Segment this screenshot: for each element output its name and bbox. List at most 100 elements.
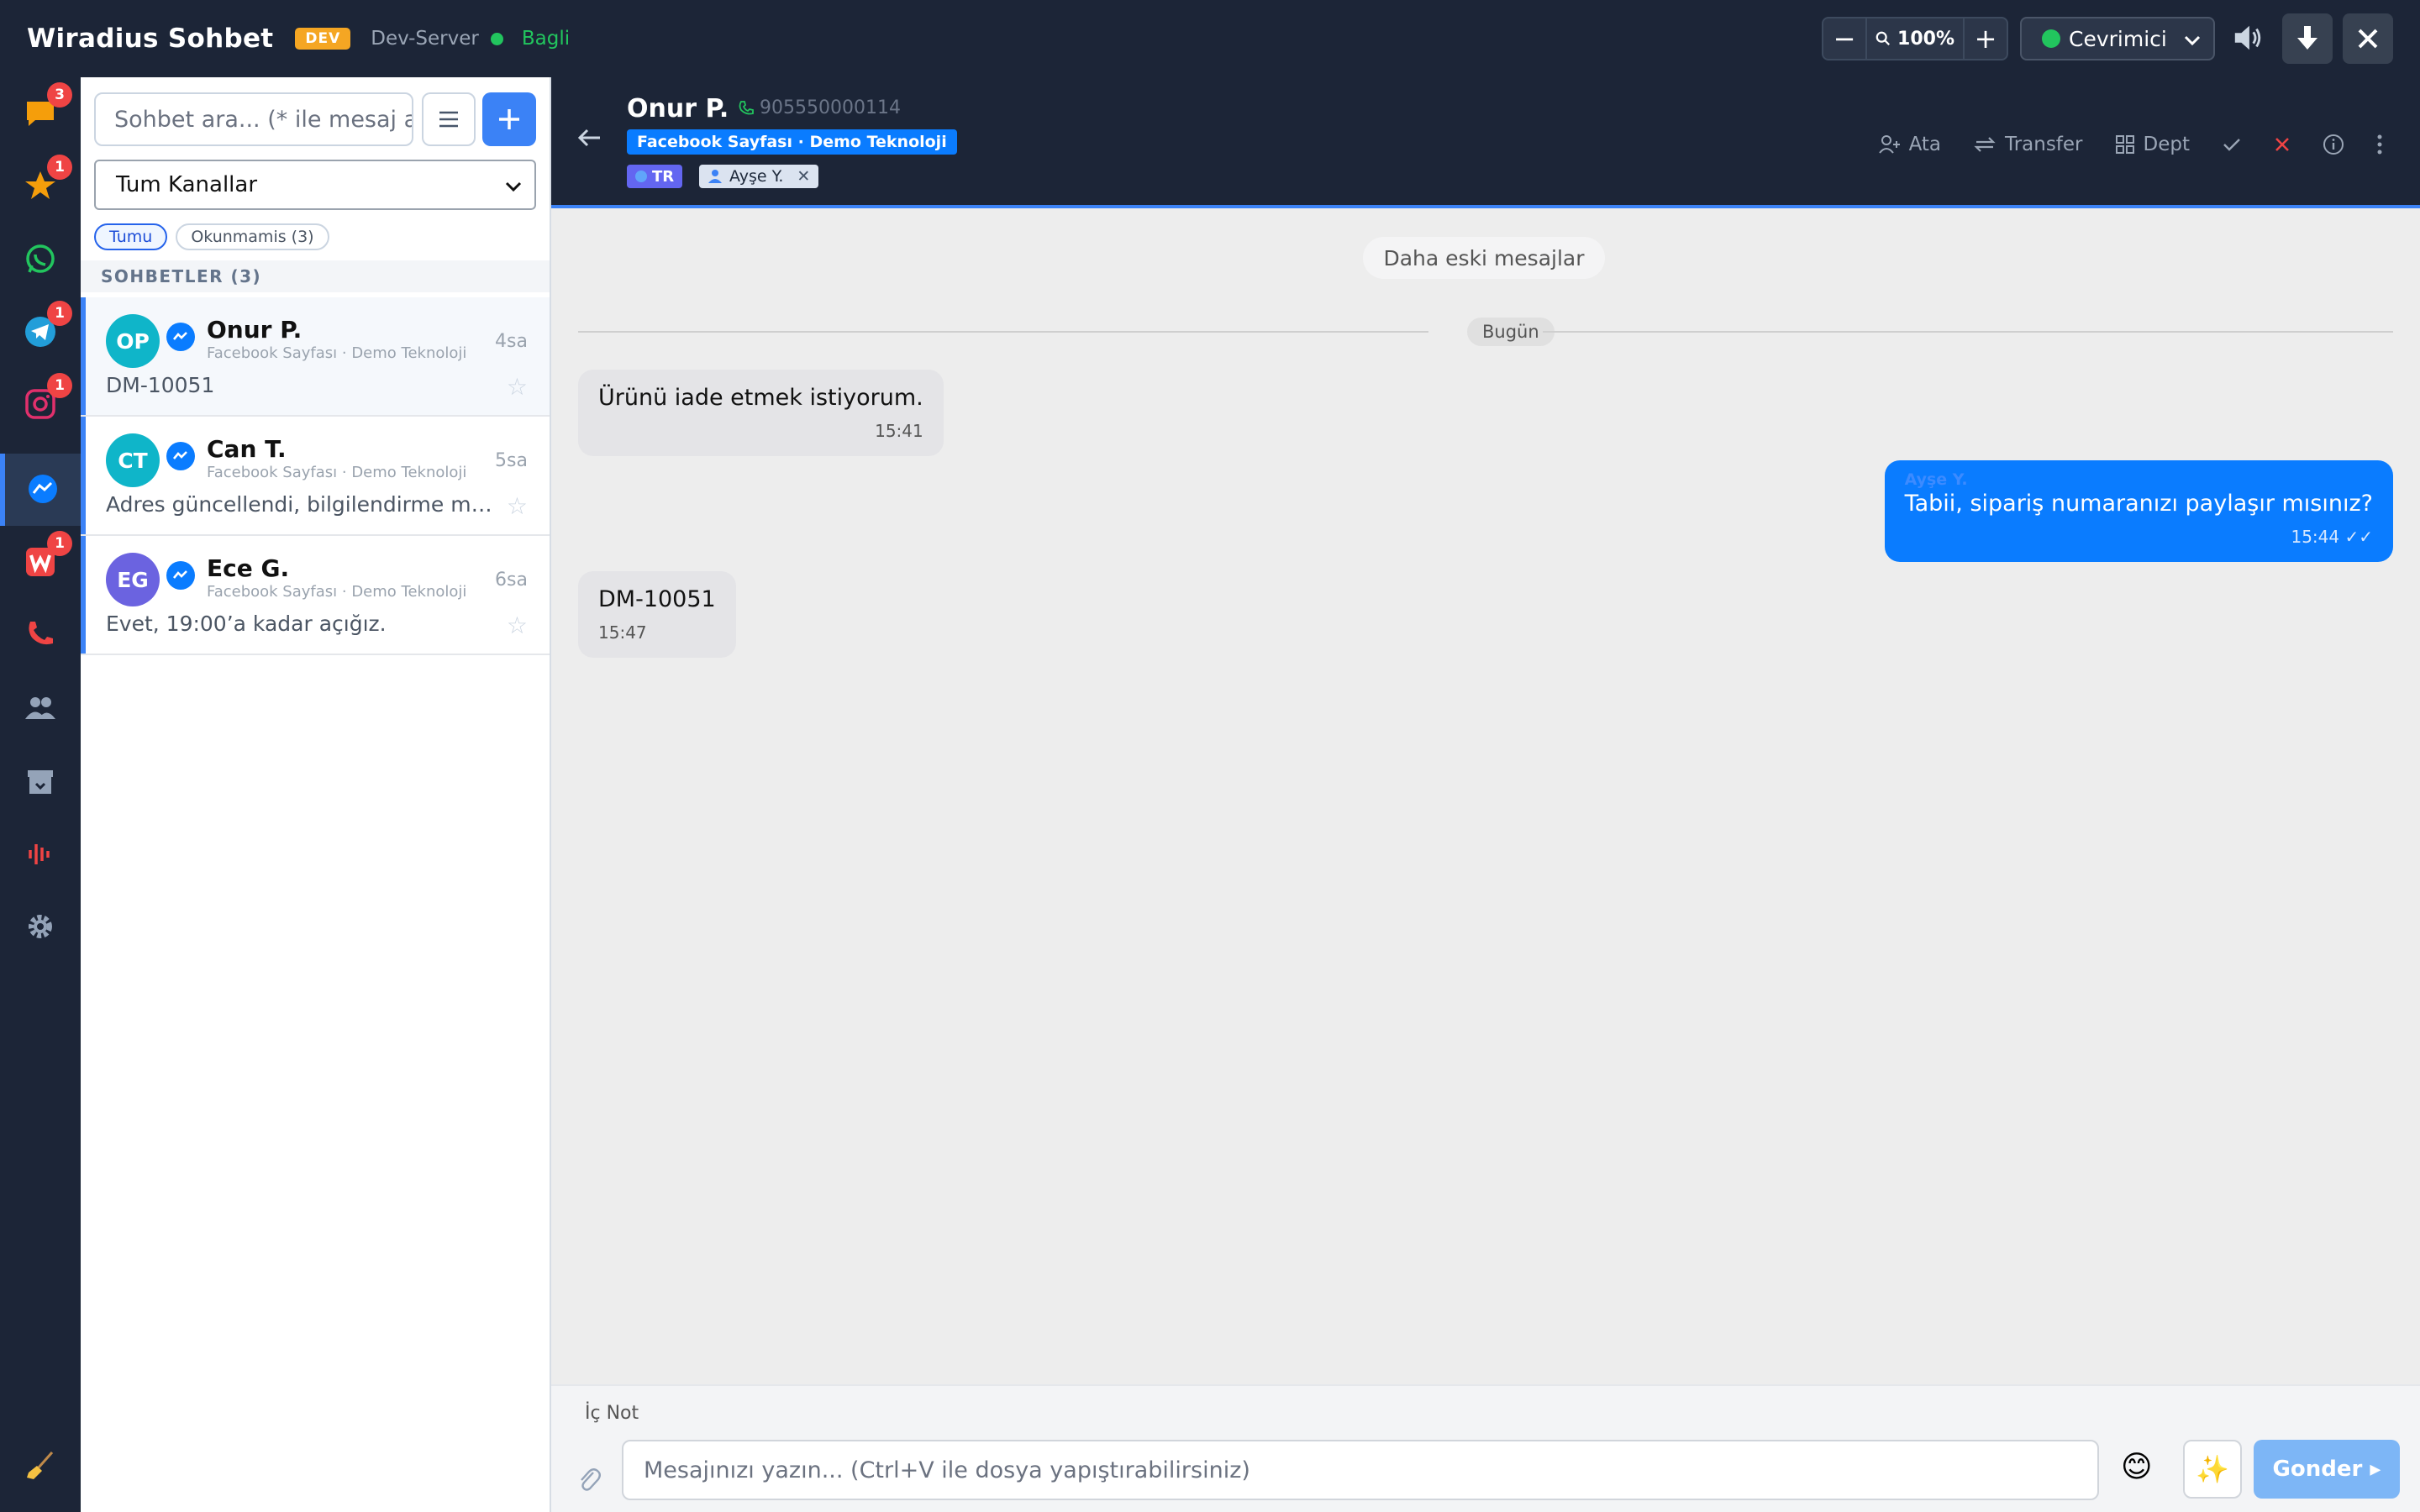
- last-message-time: 6sa: [495, 570, 528, 591]
- zoom-in-button[interactable]: +: [1965, 18, 2007, 59]
- close-window-button[interactable]: [2343, 13, 2393, 64]
- rail-archive[interactable]: [0, 746, 81, 818]
- check-icon: [2223, 139, 2240, 151]
- date-divider: Bugün: [578, 316, 2393, 346]
- conversation-item[interactable]: EG Ece G. Facebook Sayfası · Demo Teknol…: [81, 536, 550, 655]
- rail-clear[interactable]: [0, 1430, 81, 1502]
- agent-name: Ayşe Y.: [729, 167, 784, 186]
- message-text: DM-10051: [598, 586, 716, 612]
- message-area: Daha eski mesajlar Bugün Ürünü iade etme…: [551, 208, 2420, 1384]
- emoji-button[interactable]: 😊: [2121, 1450, 2153, 1484]
- contact-phone[interactable]: 905550000114: [738, 97, 901, 118]
- chat-header: Onur P. 905550000114 Facebook Sayfası · …: [551, 77, 2420, 208]
- language-tag: TR: [627, 165, 683, 188]
- close-chat-button[interactable]: [2274, 136, 2291, 153]
- zoom-reset-button[interactable]: 100%: [1865, 18, 1965, 59]
- rail-calls[interactable]: [0, 598, 81, 670]
- chat-actions: Ata Transfer Dept: [1878, 128, 2420, 161]
- remove-agent-icon[interactable]: ✕: [797, 167, 810, 186]
- download-button[interactable]: [2282, 13, 2333, 64]
- channel-tag: Facebook Sayfası · Demo Teknoloji: [627, 129, 957, 155]
- filter-chips: Tumu Okunmamis (3): [94, 223, 329, 250]
- last-message-preview: Evet, 19:00’a kadar açığız.: [106, 612, 387, 636]
- rail-instagram[interactable]: 1: [0, 368, 81, 440]
- new-chat-button[interactable]: [482, 92, 536, 146]
- conversation-list-panel: Sohbet ara... (* ile mesaj ara) Tum Kana…: [81, 77, 551, 1512]
- filter-all[interactable]: Tumu: [94, 223, 168, 250]
- connection-status: Bagli: [521, 28, 571, 50]
- more-button[interactable]: [2376, 134, 2383, 155]
- rail-telegram[interactable]: 1: [0, 296, 81, 368]
- search-input[interactable]: Sohbet ara... (* ile mesaj ara): [94, 92, 413, 146]
- conversation-item[interactable]: OP Onur P. Facebook Sayfası · Demo Tekno…: [81, 297, 550, 417]
- list-menu-button[interactable]: [422, 92, 476, 146]
- assign-label: Ata: [1908, 134, 1942, 155]
- contact-source: Facebook Sayfası · Demo Teknoloji: [207, 583, 467, 601]
- rail-wiradius[interactable]: 1: [0, 526, 81, 598]
- channel-filter-select[interactable]: Tum Kanallar: [94, 160, 536, 210]
- download-icon: [2297, 26, 2317, 50]
- star-icon[interactable]: ☆: [507, 492, 528, 520]
- more-vertical-icon: [2377, 134, 2382, 155]
- rail-all-chats[interactable]: 3: [0, 77, 81, 150]
- assign-button[interactable]: Ata: [1878, 134, 1942, 155]
- chevron-down-icon: [505, 181, 522, 192]
- transfer-button[interactable]: Transfer: [1973, 134, 2083, 155]
- online-dot-icon: [2042, 29, 2060, 48]
- message-time: 15:47: [598, 622, 647, 643]
- contact-name: Onur P.: [207, 316, 302, 344]
- messenger-icon: [166, 323, 195, 351]
- ai-assist-button[interactable]: ✨: [2183, 1440, 2242, 1499]
- avatar: EG: [106, 553, 160, 606]
- close-icon: [2358, 29, 2378, 49]
- divider-line: [1543, 331, 2393, 333]
- unread-indicator: [81, 536, 86, 654]
- rail-contacts[interactable]: [0, 672, 81, 744]
- rail-whatsapp[interactable]: [0, 223, 81, 296]
- department-label: Dept: [2143, 134, 2190, 155]
- speaker-icon[interactable]: [2232, 22, 2264, 54]
- composer: İç Not Mesajınızı yazın... (Ctrl+V ile d…: [551, 1384, 2420, 1512]
- rail-settings[interactable]: [0, 890, 81, 963]
- soundwave-icon: [24, 837, 57, 871]
- message-author: Ayşe Y.: [1904, 470, 1968, 489]
- user-icon: [708, 170, 722, 183]
- department-button[interactable]: Dept: [2115, 134, 2190, 155]
- users-icon: [24, 691, 57, 725]
- internal-note-toggle[interactable]: İç Not: [585, 1403, 639, 1424]
- rail-broadcast[interactable]: [0, 818, 81, 890]
- menu-icon: [439, 111, 458, 128]
- rail-messenger[interactable]: [0, 454, 81, 526]
- star-icon[interactable]: ☆: [507, 612, 528, 639]
- filter-unread[interactable]: Okunmamis (3): [176, 223, 329, 250]
- info-button[interactable]: [2323, 134, 2344, 155]
- chat-contact-name: Onur P.: [627, 94, 729, 123]
- app-title: Wiradius Sohbet: [27, 24, 274, 54]
- last-message-preview: DM-10051: [106, 373, 215, 397]
- message-text: Tabii, sipariş numaranızı paylaşır mısın…: [1904, 491, 2373, 517]
- whatsapp-icon: [24, 243, 57, 276]
- phone-number: 905550000114: [760, 97, 901, 118]
- load-older-button[interactable]: Daha eski mesajlar: [1363, 237, 1605, 279]
- conversation-item[interactable]: CT Can T. Facebook Sayfası · Demo Teknol…: [81, 417, 550, 536]
- magnifier-icon: [1876, 31, 1891, 45]
- connection-dot: [490, 32, 503, 45]
- zoom-out-button[interactable]: −: [1823, 18, 1865, 59]
- last-message-time: 5sa: [495, 450, 528, 471]
- back-button[interactable]: [576, 128, 602, 148]
- send-button[interactable]: Gonder ▸: [2254, 1440, 2400, 1499]
- message-bubble-outgoing: Ayşe Y. Tabii, sipariş numaranızı paylaş…: [1884, 460, 2393, 562]
- rail-starred[interactable]: 1: [0, 150, 81, 222]
- message-input[interactable]: Mesajınızı yazın... (Ctrl+V ile dosya ya…: [622, 1440, 2099, 1500]
- channel-filter-value: Tum Kanallar: [116, 172, 258, 197]
- resolve-button[interactable]: [2222, 136, 2242, 153]
- star-icon[interactable]: ☆: [507, 373, 528, 401]
- language-code: TR: [652, 167, 675, 186]
- paperclip-icon: [581, 1468, 601, 1491]
- status-select[interactable]: Cevrimici: [2020, 17, 2215, 60]
- last-message-time: 4sa: [495, 331, 528, 352]
- info-icon: [2323, 134, 2344, 155]
- transfer-icon: [1974, 137, 1996, 152]
- attach-button[interactable]: [576, 1465, 602, 1494]
- messenger-icon: [26, 473, 60, 507]
